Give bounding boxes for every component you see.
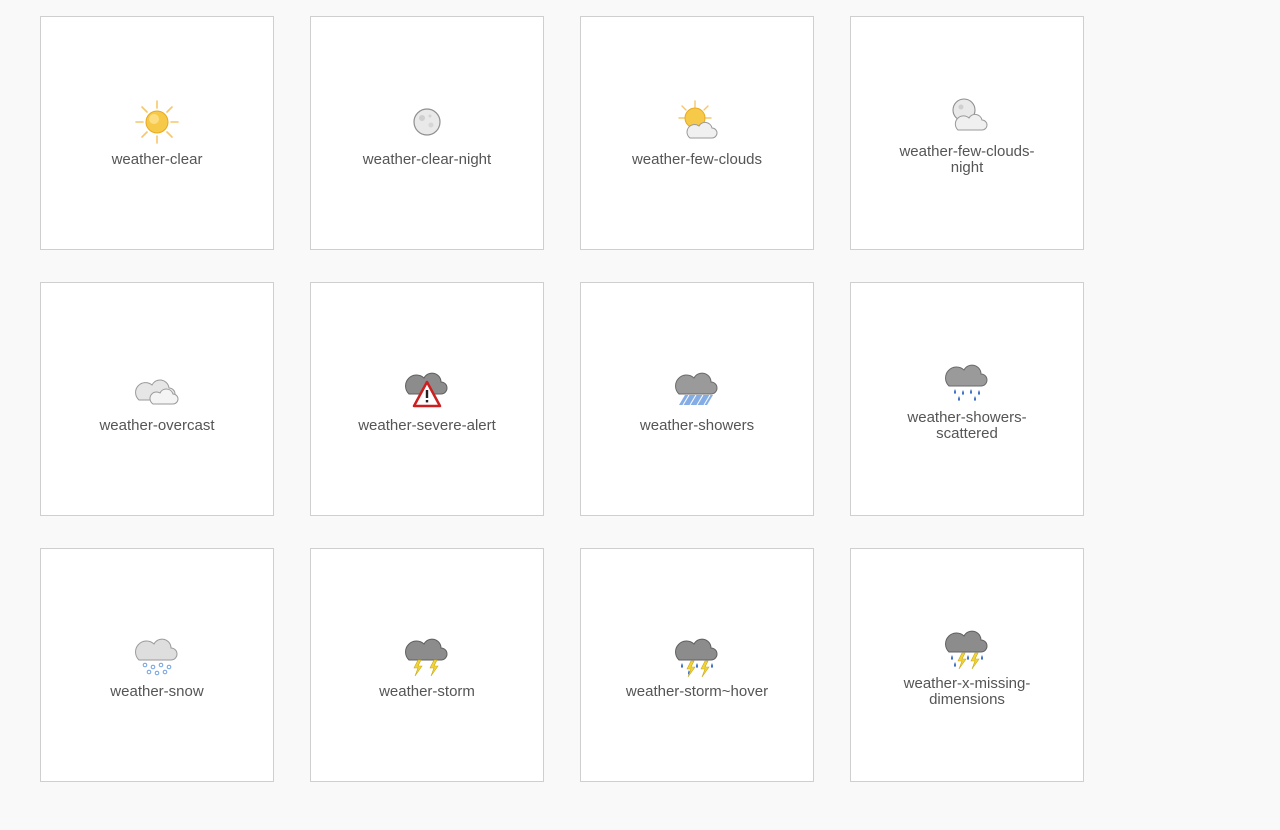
weather-showers-icon — [673, 364, 721, 412]
tile-label: weather-clear — [111, 151, 203, 168]
weather-clear-night-icon — [403, 98, 451, 146]
tile-label: weather-showers-scattered — [907, 409, 1027, 442]
tile-label: weather-snow — [110, 683, 204, 700]
tile-label: weather-storm~hover — [625, 683, 769, 700]
weather-showers-scattered-icon — [943, 356, 991, 404]
weather-snow-icon — [133, 630, 181, 678]
weather-clear-icon — [133, 98, 181, 146]
weather-few-clouds-night-icon — [943, 90, 991, 138]
icon-tile-weather-x-missing-dimensions[interactable]: weather-x-missing-dimensions — [850, 548, 1084, 782]
icon-tile-weather-few-clouds[interactable]: weather-few-clouds — [580, 16, 814, 250]
tile-label: weather-few-clouds — [631, 151, 763, 168]
icon-tile-weather-clear-night[interactable]: weather-clear-night — [310, 16, 544, 250]
tile-label: weather-x-missing-dimensions — [903, 675, 1031, 708]
icon-tile-weather-severe-alert[interactable]: weather-severe-alert — [310, 282, 544, 516]
icon-tile-weather-few-clouds-night[interactable]: weather-few-clouds-night — [850, 16, 1084, 250]
icon-tile-weather-snow[interactable]: weather-snow — [40, 548, 274, 782]
icon-tile-weather-clear[interactable]: weather-clear — [40, 16, 274, 250]
weather-few-clouds-icon — [673, 98, 721, 146]
weather-x-missing-dimensions-icon — [943, 622, 991, 670]
weather-storm-icon — [403, 630, 451, 678]
weather-severe-alert-icon — [403, 364, 451, 412]
icon-tile-weather-storm[interactable]: weather-storm — [310, 548, 544, 782]
icon-tile-weather-showers-scattered[interactable]: weather-showers-scattered — [850, 282, 1084, 516]
icon-tile-weather-overcast[interactable]: weather-overcast — [40, 282, 274, 516]
icon-grid: weather-clear weather-clear-night weathe… — [40, 16, 1084, 782]
tile-label: weather-showers — [639, 417, 755, 434]
tile-label: weather-severe-alert — [358, 417, 496, 434]
tile-label: weather-storm — [379, 683, 475, 700]
tile-label: weather-clear-night — [362, 151, 492, 168]
icon-tile-weather-showers[interactable]: weather-showers — [580, 282, 814, 516]
weather-storm-hover-icon — [673, 630, 721, 678]
tile-label: weather-overcast — [99, 417, 215, 434]
weather-overcast-icon — [133, 364, 181, 412]
icon-tile-weather-storm-hover[interactable]: weather-storm~hover — [580, 548, 814, 782]
tile-label: weather-few-clouds-night — [899, 143, 1035, 176]
